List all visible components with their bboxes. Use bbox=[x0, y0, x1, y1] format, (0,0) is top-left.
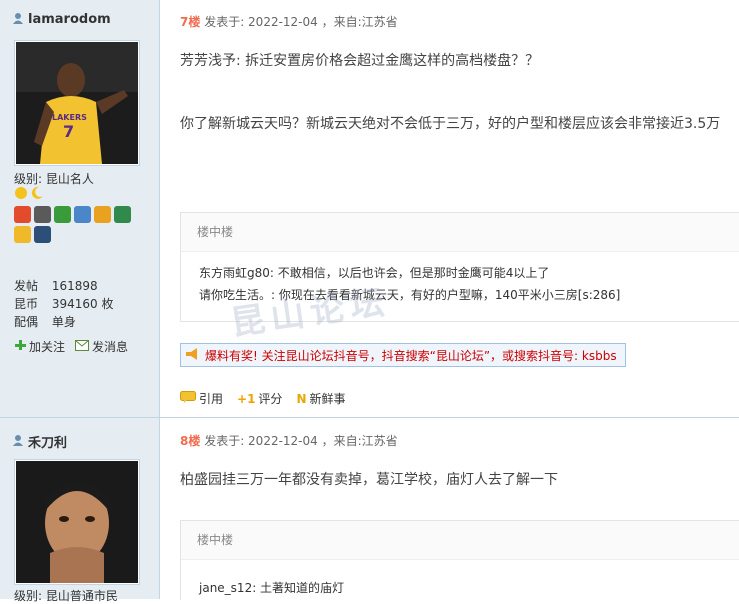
plus-one-icon: +1 bbox=[237, 391, 256, 406]
post-main: 8楼 发表于: 2022-12-04 ，来自:江苏省 柏盛园挂三万一年都没有卖掉… bbox=[160, 418, 739, 600]
floor-header: 7楼 发表于: 2022-12-04 ，来自:江苏省 bbox=[180, 13, 398, 30]
author-actions: 加关注 发消息 bbox=[14, 338, 128, 355]
author-row: 禾刀利 bbox=[12, 432, 67, 451]
moon-icon bbox=[30, 186, 44, 203]
user-icon bbox=[12, 434, 24, 449]
plus-icon bbox=[14, 339, 26, 354]
quote-line: 芳芳浅予: 拆迁安置房价格会超过金鹰这样的高档楼盘？？ bbox=[180, 53, 540, 69]
stat-spouse: 配偶 单身 bbox=[14, 315, 76, 329]
ad-banner[interactable]: 爆料有奖! 关注昆山论坛抖音号，抖音搜索“昆山论坛”，或搜索抖音号: ksbbs bbox=[180, 343, 626, 367]
megaphone-icon bbox=[185, 347, 201, 364]
post-actions: 引用 +1 评分 N 新鲜事 bbox=[180, 390, 346, 407]
rate-button[interactable]: +1 评分 bbox=[237, 390, 282, 407]
follow-button[interactable]: 加关注 bbox=[14, 338, 65, 355]
svg-text:7: 7 bbox=[63, 122, 74, 141]
author-row: lamarodom bbox=[12, 12, 111, 27]
medal-icon[interactable] bbox=[54, 206, 71, 223]
stat-posts: 发帖 161898 bbox=[14, 279, 98, 293]
medal-icon[interactable] bbox=[14, 226, 31, 243]
fresh-button[interactable]: N 新鲜事 bbox=[296, 390, 345, 407]
author-sidebar: lamarodom 7 LAKERS 级别: 昆山名人 发帖 161898 昆币… bbox=[0, 0, 160, 417]
medal-icon[interactable] bbox=[114, 206, 131, 223]
medal-wall bbox=[14, 206, 134, 243]
medal-icon[interactable] bbox=[34, 206, 51, 223]
sub-comments-title: 楼中楼 bbox=[181, 213, 739, 252]
floor-header: 8楼 发表于: 2022-12-04 ，来自:江苏省 bbox=[180, 432, 398, 449]
post-body: 柏盛园挂三万一年都没有卖掉，葛江学校，庙灯人去了解一下 bbox=[180, 472, 558, 488]
n-icon: N bbox=[296, 391, 307, 406]
user-level: 级别: 昆山普通市民 bbox=[14, 589, 118, 603]
post-main: 7楼 发表于: 2022-12-04 ，来自:江苏省 芳芳浅予: 拆迁安置房价格… bbox=[160, 0, 739, 417]
floor-number[interactable]: 7楼 bbox=[180, 15, 200, 29]
medal-icon[interactable] bbox=[14, 206, 31, 223]
sub-comments-title: 楼中楼 bbox=[181, 521, 739, 560]
status-icons bbox=[14, 186, 44, 203]
envelope-icon bbox=[75, 339, 90, 354]
post-meta: 发表于: 2022-12-04 ，来自:江苏省 bbox=[204, 434, 398, 448]
floor-number[interactable]: 8楼 bbox=[180, 434, 200, 448]
author-username[interactable]: 禾刀利 bbox=[28, 432, 67, 451]
quote-button[interactable]: 引用 bbox=[180, 390, 223, 407]
author-username[interactable]: lamarodom bbox=[28, 12, 111, 27]
post-meta: 发表于: 2022-12-04 ，来自:江苏省 bbox=[204, 15, 398, 29]
stat-coins: 昆币 394160 枚 bbox=[14, 297, 114, 311]
user-icon bbox=[12, 12, 24, 27]
author-sidebar: 禾刀利 级别: 昆山普通市民 bbox=[0, 418, 160, 603]
post-floor-7: lamarodom 7 LAKERS 级别: 昆山名人 发帖 161898 昆币… bbox=[0, 0, 739, 417]
avatar[interactable] bbox=[14, 459, 140, 585]
sub-comment: 东方雨虹g80: 不敢相信，以后也许会，但是那时金鹰可能4以上了 bbox=[199, 266, 550, 280]
avatar[interactable]: 7 LAKERS bbox=[14, 40, 140, 166]
message-button[interactable]: 发消息 bbox=[75, 338, 128, 355]
medal-icon[interactable] bbox=[94, 206, 111, 223]
medal-icon[interactable] bbox=[74, 206, 91, 223]
svg-text:LAKERS: LAKERS bbox=[52, 113, 87, 122]
sub-comments: 楼中楼 jane_s12: 土著知道的庙灯 bbox=[180, 520, 739, 600]
quote-icon bbox=[180, 391, 196, 406]
sun-icon bbox=[14, 186, 28, 203]
post-body: 你了解新城云天吗？新城云天绝对不会低于三万，好的户型和楼层应该会非常接近3.5万 bbox=[180, 116, 721, 132]
user-level: 级别: 昆山名人 bbox=[14, 172, 94, 186]
user-stats: 发帖 161898 昆币 394160 枚 配偶 单身 bbox=[14, 277, 113, 331]
post-floor-8: 禾刀利 级别: 昆山普通市民 8楼 发表于: 2022-12-04 ，来自:江苏… bbox=[0, 418, 739, 603]
medal-icon[interactable] bbox=[34, 226, 51, 243]
sub-comment: jane_s12: 土著知道的庙灯 bbox=[199, 581, 345, 595]
